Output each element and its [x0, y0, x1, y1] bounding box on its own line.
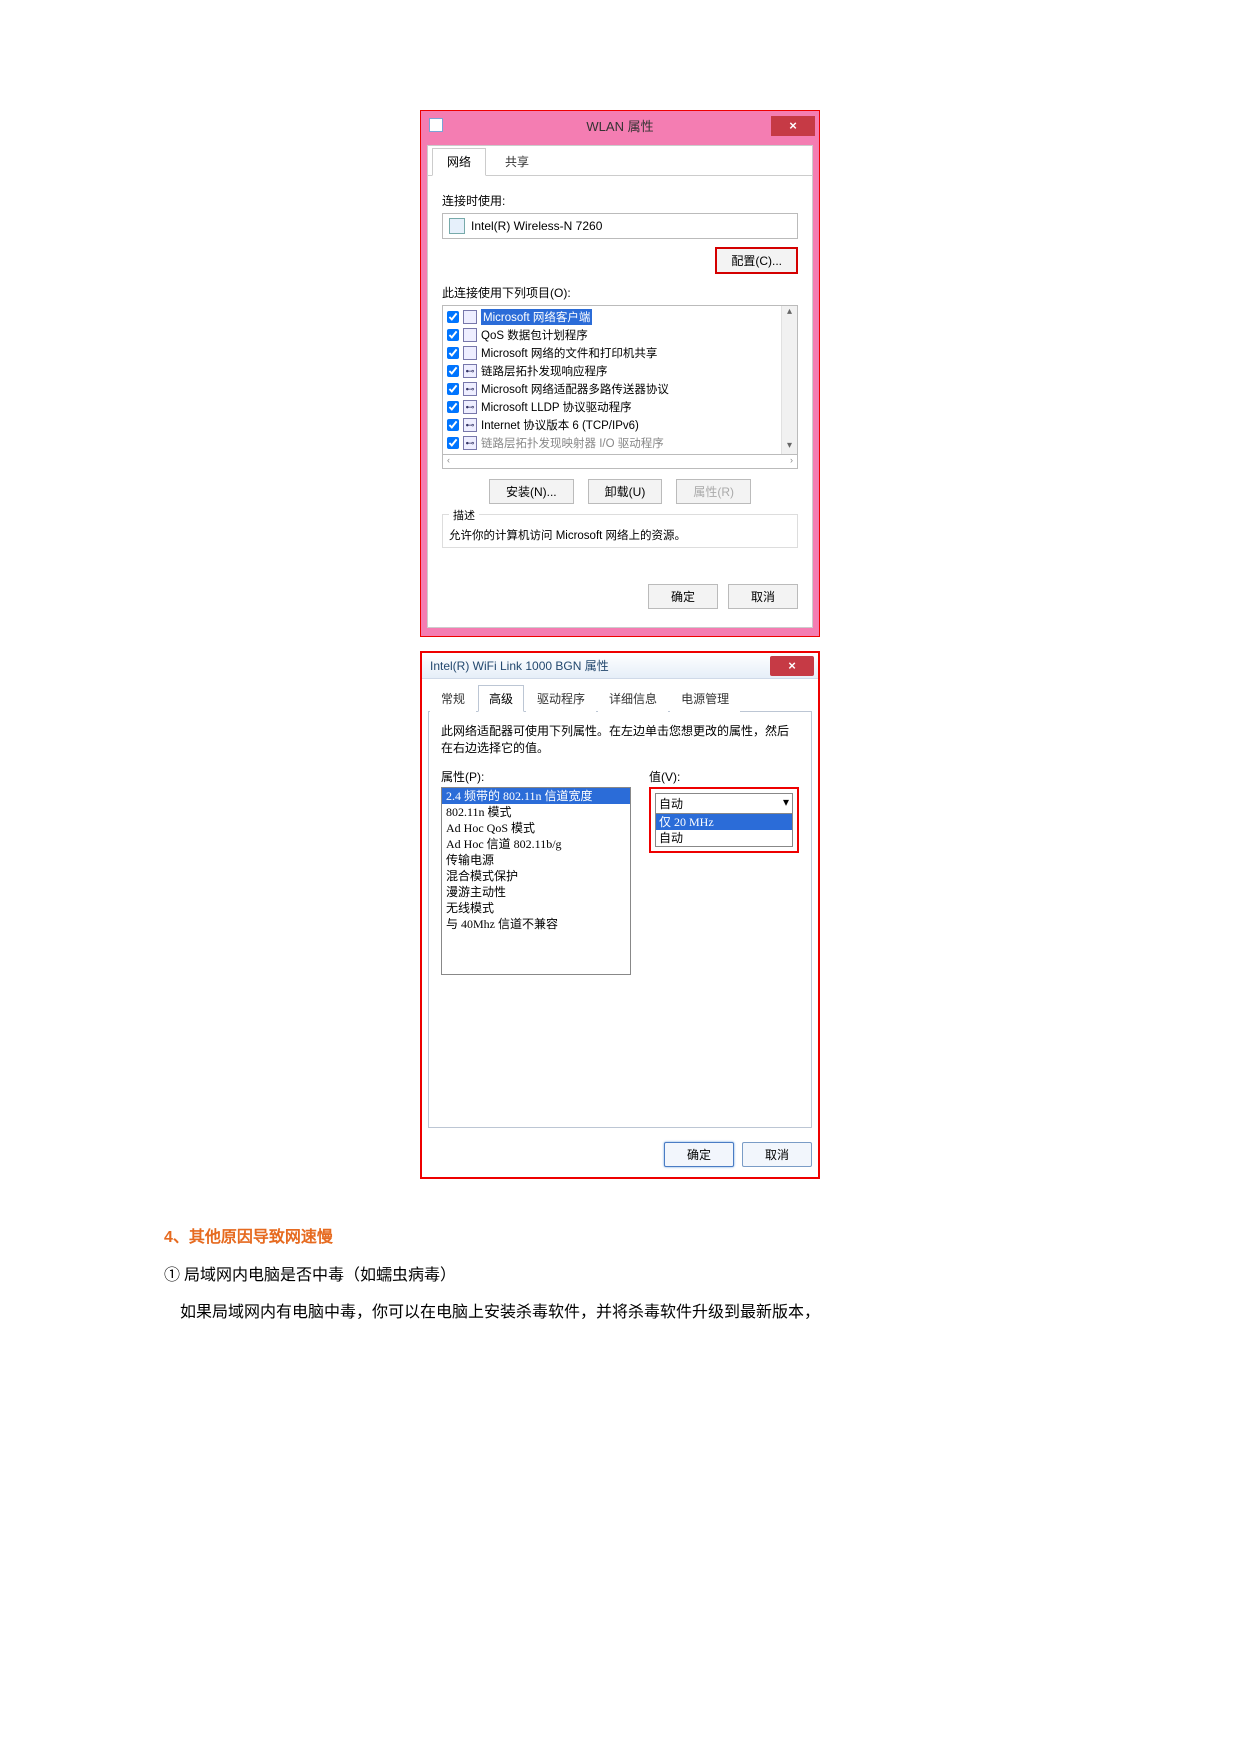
qos-icon: [463, 328, 477, 342]
protocol-icon: ⊷: [463, 364, 477, 378]
tab-strip: 常规 高级 驱动程序 详细信息 电源管理: [428, 685, 812, 712]
item-checkbox[interactable]: [447, 329, 459, 341]
property-item[interactable]: 混合模式保护: [442, 868, 630, 884]
scrollbar-horizontal[interactable]: ‹›: [442, 455, 798, 469]
value-select[interactable]: 自动 ▾: [655, 793, 793, 814]
bullet-line: ① 局域网内电脑是否中毒（如蠕虫病毒）: [164, 1261, 1076, 1291]
property-item[interactable]: 无线模式: [442, 900, 630, 916]
connect-using-label: 连接时使用:: [442, 192, 798, 209]
cancel-button[interactable]: 取消: [728, 584, 798, 609]
property-item[interactable]: 802.11n 模式: [442, 804, 630, 820]
item-label: Internet 协议版本 6 (TCP/IPv6): [481, 417, 639, 433]
list-item[interactable]: ⊷ Microsoft LLDP 协议驱动程序: [447, 398, 793, 416]
protocol-icon: ⊷: [463, 418, 477, 432]
item-label: QoS 数据包计划程序: [481, 327, 588, 343]
tab-strip: 网络 共享: [428, 146, 812, 176]
window-title: WLAN 属性: [421, 116, 819, 135]
item-checkbox[interactable]: [447, 401, 459, 413]
property-item[interactable]: Ad Hoc 信道 802.11b/g: [442, 836, 630, 852]
list-item[interactable]: ⊷ Microsoft 网络适配器多路传送器协议: [447, 380, 793, 398]
property-list[interactable]: 2.4 频带的 802.11n 信道宽度 802.11n 模式 Ad Hoc Q…: [441, 787, 631, 975]
scroll-down-icon[interactable]: ▾: [782, 440, 797, 455]
item-label: 链路层拓扑发现响应程序: [481, 363, 608, 379]
scroll-up-icon[interactable]: ▴: [782, 306, 797, 322]
wlan-properties-dialog: WLAN 属性 × 网络 共享 连接时使用: Intel(R) Wireless…: [420, 110, 820, 637]
list-item[interactable]: Microsoft 网络的文件和打印机共享: [447, 344, 793, 362]
item-label: Microsoft 网络的文件和打印机共享: [481, 345, 657, 361]
description-legend: 描述: [449, 510, 479, 522]
section-heading: 4、其他原因导致网速慢: [164, 1223, 1076, 1253]
adapter-icon: [449, 218, 465, 234]
window-title: Intel(R) WiFi Link 1000 BGN 属性: [422, 657, 609, 674]
tab-advanced[interactable]: 高级: [478, 685, 524, 712]
configure-button[interactable]: 配置(C)...: [715, 247, 798, 274]
connection-items-list[interactable]: Microsoft 网络客户端 QoS 数据包计划程序 Microsoft 网络…: [442, 305, 798, 455]
list-item[interactable]: QoS 数据包计划程序: [447, 326, 793, 344]
file-share-icon: [463, 346, 477, 360]
property-item[interactable]: 2.4 频带的 802.11n 信道宽度: [442, 788, 630, 804]
tab-power[interactable]: 电源管理: [670, 685, 740, 712]
tab-details[interactable]: 详细信息: [598, 685, 668, 712]
item-label: 链路层拓扑发现映射器 I/O 驱动程序: [481, 435, 664, 451]
install-button[interactable]: 安装(N)...: [489, 479, 574, 504]
ok-button[interactable]: 确定: [648, 584, 718, 609]
tab-driver[interactable]: 驱动程序: [526, 685, 596, 712]
protocol-icon: ⊷: [463, 400, 477, 414]
adapter-field: Intel(R) Wireless-N 7260: [442, 213, 798, 239]
tab-share[interactable]: 共享: [490, 148, 544, 175]
list-item[interactable]: Microsoft 网络客户端: [447, 308, 793, 326]
item-checkbox[interactable]: [447, 383, 459, 395]
cancel-button[interactable]: 取消: [742, 1142, 812, 1167]
list-item[interactable]: ⊷ 链路层拓扑发现映射器 I/O 驱动程序: [447, 434, 793, 452]
item-label: Microsoft 网络客户端: [481, 309, 592, 325]
item-checkbox[interactable]: [447, 347, 459, 359]
network-client-icon: [463, 310, 477, 324]
list-item[interactable]: ⊷ Internet 协议版本 6 (TCP/IPv6): [447, 416, 793, 434]
item-checkbox[interactable]: [447, 419, 459, 431]
list-item[interactable]: ⊷ 链路层拓扑发现响应程序: [447, 362, 793, 380]
property-item[interactable]: 与 40Mhz 信道不兼容: [442, 916, 630, 932]
description-box: 描述 允许你的计算机访问 Microsoft 网络上的资源。: [442, 514, 798, 548]
property-item[interactable]: 漫游主动性: [442, 884, 630, 900]
item-label: Microsoft LLDP 协议驱动程序: [481, 399, 632, 415]
value-selected: 自动: [659, 795, 683, 812]
item-label: Microsoft 网络适配器多路传送器协议: [481, 381, 669, 397]
property-label: 属性(P):: [441, 768, 631, 785]
value-label: 值(V):: [649, 768, 799, 785]
document-text: 4、其他原因导致网速慢 ① 局域网内电脑是否中毒（如蠕虫病毒） 如果局域网内有电…: [156, 1223, 1084, 1328]
property-item[interactable]: Ad Hoc QoS 模式: [442, 820, 630, 836]
protocol-icon: ⊷: [463, 436, 477, 450]
uninstall-button[interactable]: 卸载(U): [588, 479, 663, 504]
item-checkbox[interactable]: [447, 311, 459, 323]
dropdown-option[interactable]: 自动: [656, 830, 792, 846]
value-highlight-box: 自动 ▾ 仅 20 MHz 自动: [649, 787, 799, 853]
adapter-name: Intel(R) Wireless-N 7260: [471, 219, 602, 233]
protocol-icon: ⊷: [463, 382, 477, 396]
property-item[interactable]: 传输电源: [442, 852, 630, 868]
tab-general[interactable]: 常规: [430, 685, 476, 712]
item-checkbox[interactable]: [447, 437, 459, 449]
dropdown-option[interactable]: 仅 20 MHz: [656, 814, 792, 830]
ok-button[interactable]: 确定: [664, 1142, 734, 1167]
dropdown-arrow-icon: ▾: [783, 795, 789, 812]
close-button[interactable]: ×: [770, 656, 814, 676]
properties-button[interactable]: 属性(R): [676, 479, 751, 504]
titlebar: Intel(R) WiFi Link 1000 BGN 属性 ×: [422, 653, 818, 679]
tab-network[interactable]: 网络: [432, 148, 486, 176]
value-dropdown[interactable]: 仅 20 MHz 自动: [655, 814, 793, 847]
titlebar: WLAN 属性 ×: [421, 111, 819, 139]
wifi-advanced-dialog: Intel(R) WiFi Link 1000 BGN 属性 × 常规 高级 驱…: [420, 651, 820, 1179]
scrollbar-vertical[interactable]: ▴ ▾: [781, 306, 797, 454]
body-line: 如果局域网内有电脑中毒，你可以在电脑上安装杀毒软件，并将杀毒软件升级到最新版本，: [164, 1298, 1076, 1328]
items-label: 此连接使用下列项目(O):: [442, 284, 798, 301]
item-checkbox[interactable]: [447, 365, 459, 377]
description-text: 允许你的计算机访问 Microsoft 网络上的资源。: [449, 527, 791, 543]
instruction-text: 此网络适配器可使用下列属性。在左边单击您想更改的属性，然后在右边选择它的值。: [441, 722, 799, 756]
